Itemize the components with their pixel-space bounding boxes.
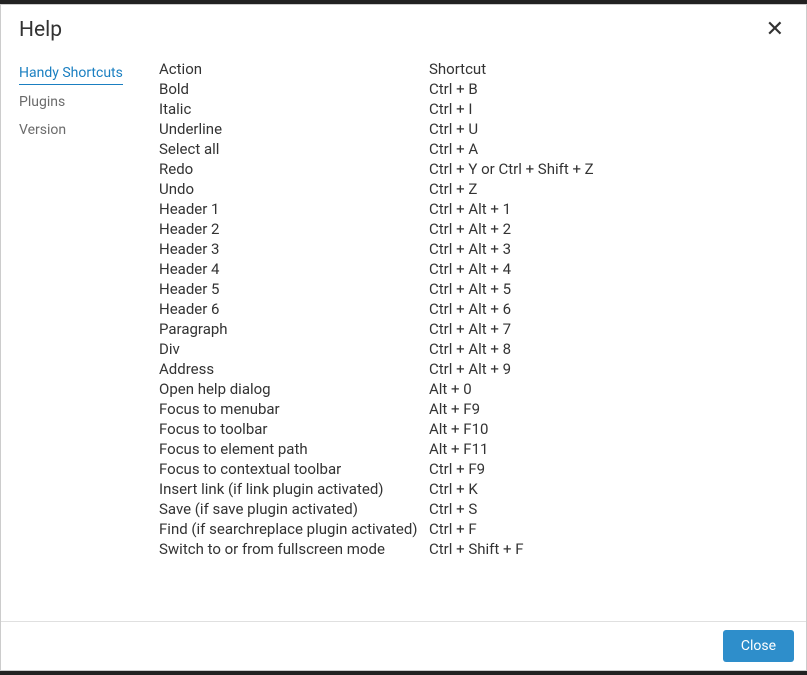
dialog-title: Help	[19, 18, 62, 42]
cell-action: Find (if searchreplace plugin activated)	[159, 519, 429, 539]
dialog-body: Handy Shortcuts Plugins Version Action S…	[1, 53, 806, 621]
cell-action: Bold	[159, 79, 429, 99]
table-row: Find (if searchreplace plugin activated)…	[159, 519, 596, 539]
table-row: Focus to contextual toolbarCtrl + F9	[159, 459, 596, 479]
cell-action: Header 1	[159, 199, 429, 219]
cell-action: Open help dialog	[159, 379, 429, 399]
cell-shortcut: Ctrl + Alt + 8	[429, 339, 596, 359]
close-icon[interactable]: ✕	[762, 17, 788, 43]
cell-action: Redo	[159, 159, 429, 179]
cell-action: Insert link (if link plugin activated)	[159, 479, 429, 499]
cell-action: Switch to or from fullscreen mode	[159, 539, 429, 559]
bottom-border	[0, 671, 807, 675]
cell-shortcut: Ctrl + Alt + 7	[429, 319, 596, 339]
cell-action: Underline	[159, 119, 429, 139]
tab-content: Action Shortcut BoldCtrl + BItalicCtrl +…	[159, 59, 788, 621]
dialog-footer: Close	[1, 621, 806, 670]
table-row: AddressCtrl + Alt + 9	[159, 359, 596, 379]
table-row: Header 2Ctrl + Alt + 2	[159, 219, 596, 239]
tab-plugins[interactable]: Plugins	[19, 88, 65, 116]
dialog-header: Help ✕	[1, 5, 806, 53]
cell-shortcut: Ctrl + Z	[429, 179, 596, 199]
header-shortcut: Shortcut	[429, 59, 596, 79]
header-action: Action	[159, 59, 429, 79]
table-row: Switch to or from fullscreen modeCtrl + …	[159, 539, 596, 559]
close-button[interactable]: Close	[723, 630, 794, 662]
cell-action: Save (if save plugin activated)	[159, 499, 429, 519]
cell-shortcut: Ctrl + Alt + 9	[429, 359, 596, 379]
cell-shortcut: Alt + F11	[429, 439, 596, 459]
cell-action: Focus to element path	[159, 439, 429, 459]
cell-shortcut: Ctrl + Shift + F	[429, 539, 596, 559]
cell-action: Header 6	[159, 299, 429, 319]
cell-action: Header 5	[159, 279, 429, 299]
table-row: Insert link (if link plugin activated)Ct…	[159, 479, 596, 499]
cell-shortcut: Ctrl + A	[429, 139, 596, 159]
cell-action: Italic	[159, 99, 429, 119]
cell-shortcut: Ctrl + Alt + 2	[429, 219, 596, 239]
table-row: Header 5Ctrl + Alt + 5	[159, 279, 596, 299]
table-row: BoldCtrl + B	[159, 79, 596, 99]
table-row: Select allCtrl + A	[159, 139, 596, 159]
tab-handy-shortcuts[interactable]: Handy Shortcuts	[19, 59, 123, 85]
table-row: UnderlineCtrl + U	[159, 119, 596, 139]
table-row: ParagraphCtrl + Alt + 7	[159, 319, 596, 339]
cell-action: Focus to toolbar	[159, 419, 429, 439]
table-row: Header 3Ctrl + Alt + 3	[159, 239, 596, 259]
table-row: Header 6Ctrl + Alt + 6	[159, 299, 596, 319]
table-row: Focus to toolbarAlt + F10	[159, 419, 596, 439]
table-row: RedoCtrl + Y or Ctrl + Shift + Z	[159, 159, 596, 179]
cell-action: Header 3	[159, 239, 429, 259]
table-row: Save (if save plugin activated)Ctrl + S	[159, 499, 596, 519]
cell-shortcut: Ctrl + F9	[429, 459, 596, 479]
cell-shortcut: Ctrl + K	[429, 479, 596, 499]
table-row: ItalicCtrl + I	[159, 99, 596, 119]
help-dialog: Help ✕ Handy Shortcuts Plugins Version A…	[0, 4, 807, 671]
cell-shortcut: Alt + 0	[429, 379, 596, 399]
cell-shortcut: Ctrl + S	[429, 499, 596, 519]
table-header-row: Action Shortcut	[159, 59, 596, 79]
table-row: Open help dialogAlt + 0	[159, 379, 596, 399]
cell-shortcut: Ctrl + Alt + 4	[429, 259, 596, 279]
cell-shortcut: Ctrl + Y or Ctrl + Shift + Z	[429, 159, 596, 179]
cell-shortcut: Ctrl + Alt + 6	[429, 299, 596, 319]
table-row: DivCtrl + Alt + 8	[159, 339, 596, 359]
cell-action: Header 4	[159, 259, 429, 279]
cell-action: Focus to menubar	[159, 399, 429, 419]
cell-action: Header 2	[159, 219, 429, 239]
table-row: Focus to element pathAlt + F11	[159, 439, 596, 459]
table-row: UndoCtrl + Z	[159, 179, 596, 199]
cell-action: Paragraph	[159, 319, 429, 339]
cell-shortcut: Ctrl + U	[429, 119, 596, 139]
tab-version[interactable]: Version	[19, 116, 66, 144]
sidebar: Handy Shortcuts Plugins Version	[19, 59, 159, 621]
cell-shortcut: Ctrl + Alt + 5	[429, 279, 596, 299]
table-row: Focus to menubarAlt + F9	[159, 399, 596, 419]
cell-action: Address	[159, 359, 429, 379]
cell-shortcut: Ctrl + F	[429, 519, 596, 539]
cell-shortcut: Alt + F10	[429, 419, 596, 439]
cell-shortcut: Ctrl + Alt + 3	[429, 239, 596, 259]
cell-action: Div	[159, 339, 429, 359]
cell-shortcut: Ctrl + I	[429, 99, 596, 119]
cell-action: Select all	[159, 139, 429, 159]
cell-shortcut: Ctrl + Alt + 1	[429, 199, 596, 219]
cell-shortcut: Ctrl + B	[429, 79, 596, 99]
cell-action: Focus to contextual toolbar	[159, 459, 429, 479]
table-row: Header 1Ctrl + Alt + 1	[159, 199, 596, 219]
shortcuts-table: Action Shortcut BoldCtrl + BItalicCtrl +…	[159, 59, 596, 559]
cell-action: Undo	[159, 179, 429, 199]
cell-shortcut: Alt + F9	[429, 399, 596, 419]
table-row: Header 4Ctrl + Alt + 4	[159, 259, 596, 279]
